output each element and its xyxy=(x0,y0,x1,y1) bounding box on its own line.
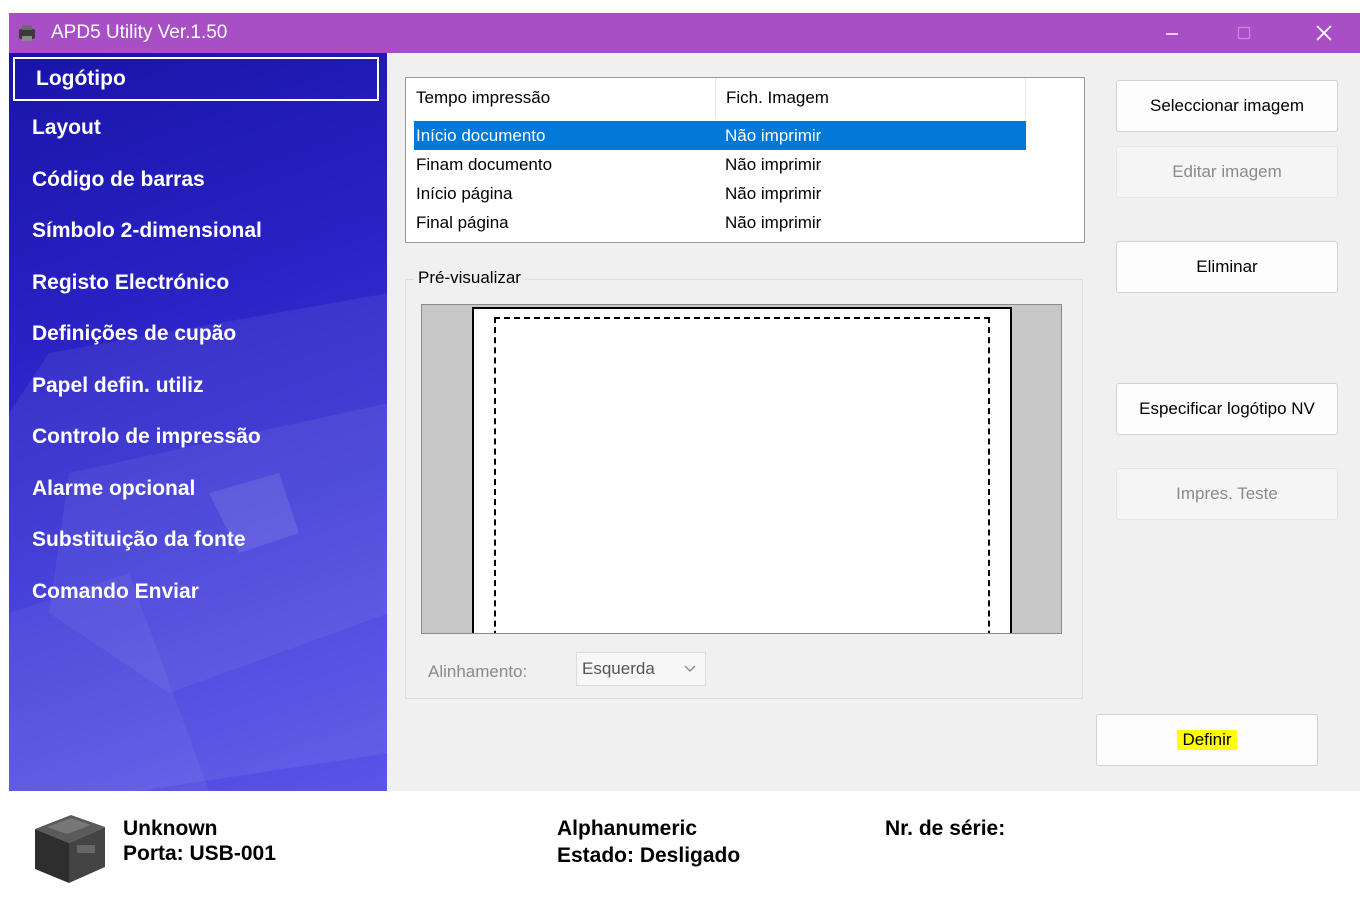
sidebar-item-registo-electronico[interactable]: Registo Electrónico xyxy=(9,261,379,305)
sidebar-item-logotipo[interactable]: Logótipo xyxy=(13,57,379,101)
maximize-button[interactable] xyxy=(1216,13,1272,53)
cell-image: Não imprimir xyxy=(725,155,822,174)
close-icon xyxy=(1316,25,1332,41)
cell-timing: Início página xyxy=(416,184,513,203)
sidebar-item-papel-defin[interactable]: Papel defin. utiliz xyxy=(9,364,379,408)
cell-image: Não imprimir xyxy=(725,126,822,145)
sidebar-item-definicoes-cupao[interactable]: Definições de cupão xyxy=(9,312,379,356)
edit-image-button[interactable]: Editar imagem xyxy=(1116,146,1338,198)
sidebar-item-codigo-de-barras[interactable]: Código de barras xyxy=(9,158,379,202)
status-bar: Unknown Porta: USB-001 Alphanumeric Esta… xyxy=(9,791,1360,897)
sidebar: Logótipo Layout Código de barras Símbolo… xyxy=(9,53,387,791)
delete-button[interactable]: Eliminar xyxy=(1116,241,1338,293)
chevron-down-icon xyxy=(684,665,696,672)
cell-image: Não imprimir xyxy=(725,213,822,232)
cell-timing: Finam documento xyxy=(416,155,553,174)
serial-number-label: Nr. de série: xyxy=(885,817,1006,840)
printable-area xyxy=(494,317,990,633)
paper-preview xyxy=(472,307,1012,633)
minimize-icon xyxy=(1166,33,1178,35)
select-image-button[interactable]: Seleccionar imagem xyxy=(1116,80,1338,132)
sidebar-item-layout[interactable]: Layout xyxy=(9,106,379,150)
alignment-label: Alinhamento: xyxy=(428,662,528,681)
define-button[interactable]: Definir xyxy=(1096,714,1318,766)
main-panel: Tempo impressão Fich. Imagem Início docu… xyxy=(387,53,1360,791)
alignment-value: Esquerda xyxy=(582,659,655,678)
printer-state: Estado: Desligado xyxy=(557,844,741,867)
preview-canvas xyxy=(421,304,1062,634)
sidebar-item-comando-enviar[interactable]: Comando Enviar xyxy=(9,570,379,614)
preview-group-title: Pré-visualizar xyxy=(414,268,525,288)
table-row[interactable]: Início página Não imprimir xyxy=(414,179,1026,208)
cell-image: Não imprimir xyxy=(725,184,822,203)
define-button-label: Definir xyxy=(1177,730,1237,750)
app-window: APD5 Utility Ver.1.50 Logótipo Layout Có… xyxy=(9,13,1360,897)
cell-timing: Início documento xyxy=(416,126,546,145)
close-button[interactable] xyxy=(1296,13,1352,53)
printer-model: Unknown xyxy=(123,817,218,840)
specify-nv-logo-button[interactable]: Especificar logótipo NV xyxy=(1116,383,1338,435)
printer-app-icon xyxy=(19,25,35,41)
logo-timing-list[interactable]: Tempo impressão Fich. Imagem Início docu… xyxy=(405,77,1085,243)
sidebar-item-alarme-opcional[interactable]: Alarme opcional xyxy=(9,467,379,511)
column-header-imagem[interactable]: Fich. Imagem xyxy=(716,78,1026,118)
preview-group: Pré-visualizar Alinhamento: Esquerda xyxy=(405,268,1083,699)
printer-port: Porta: USB-001 xyxy=(123,842,276,865)
list-header: Tempo impressão Fich. Imagem xyxy=(406,78,1026,118)
title-bar[interactable]: APD5 Utility Ver.1.50 xyxy=(9,13,1360,53)
minimize-button[interactable] xyxy=(1144,13,1200,53)
column-header-tempo[interactable]: Tempo impressão xyxy=(406,78,716,118)
maximize-icon xyxy=(1237,26,1251,40)
alignment-select[interactable]: Esquerda xyxy=(576,652,706,686)
window-title: APD5 Utility Ver.1.50 xyxy=(51,22,228,43)
sidebar-item-controlo-impressao[interactable]: Controlo de impressão xyxy=(9,415,379,459)
sidebar-item-substituicao-fonte[interactable]: Substituição da fonte xyxy=(9,518,379,562)
table-row[interactable]: Final página Não imprimir xyxy=(414,208,1026,237)
cell-timing: Final página xyxy=(416,213,509,232)
printer-icon xyxy=(35,815,105,883)
sidebar-item-simbolo-2d[interactable]: Símbolo 2-dimensional xyxy=(9,209,379,253)
printer-mode: Alphanumeric xyxy=(557,817,698,840)
table-row[interactable]: Início documento Não imprimir xyxy=(414,121,1026,150)
table-row[interactable]: Finam documento Não imprimir xyxy=(414,150,1026,179)
test-print-button[interactable]: Impres. Teste xyxy=(1116,468,1338,520)
